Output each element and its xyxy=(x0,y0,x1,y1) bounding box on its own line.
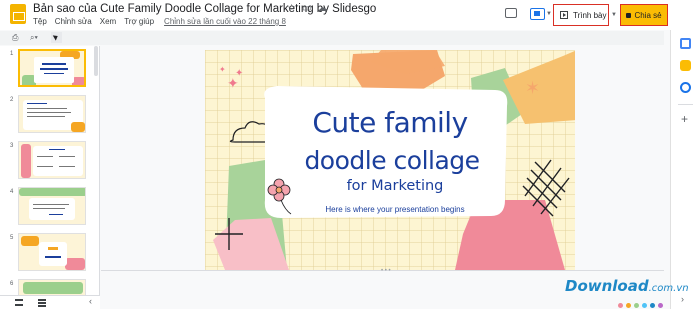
filmstrip-view-icon[interactable] xyxy=(15,299,23,306)
side-panel: + › xyxy=(670,30,700,309)
slide-number: 2 xyxy=(10,97,14,103)
meet-chevron-down-icon[interactable]: ▼ xyxy=(546,11,552,17)
cloud-status-icon[interactable]: ☁ xyxy=(317,3,327,14)
filmstrip-footer: ‹ xyxy=(0,295,100,309)
slides-viewer: Bản sao của Cute Family Doodle Collage f… xyxy=(0,0,700,309)
watermark-domain: .com.vn xyxy=(648,283,689,294)
thumbnail-preview xyxy=(18,95,86,133)
present-label: Trình bày xyxy=(573,10,607,20)
print-icon[interactable]: ⎙ xyxy=(12,33,18,43)
watermark-dots xyxy=(618,295,678,308)
watermark-brand: Download xyxy=(565,277,649,295)
side-panel-divider xyxy=(678,104,693,105)
slide-subtitle[interactable]: for Marketing xyxy=(315,178,475,194)
svg-text:✦: ✦ xyxy=(219,65,226,74)
share-button[interactable]: Chia sẻ xyxy=(620,4,668,26)
keep-icon[interactable] xyxy=(680,60,691,71)
star-icon[interactable]: ☆ xyxy=(287,3,296,14)
slide-number: 5 xyxy=(10,235,14,241)
collapse-filmstrip-icon[interactable]: ‹ xyxy=(89,296,92,306)
present-button[interactable]: Trình bày xyxy=(553,4,609,26)
menu-file[interactable]: Tệp xyxy=(33,17,47,26)
calendar-icon[interactable] xyxy=(680,38,691,49)
filmstrip-scrollbar[interactable] xyxy=(94,46,98,76)
thumbnail-preview xyxy=(18,49,86,87)
menu-view[interactable]: Xem xyxy=(100,17,116,26)
thumbnail-preview xyxy=(18,279,86,295)
thumbnail-preview xyxy=(18,141,86,179)
slide-title-line2[interactable]: doodle collage xyxy=(292,146,492,176)
slide-thumbnail-5[interactable]: 5 xyxy=(0,233,94,275)
lock-icon xyxy=(626,12,632,18)
slide-number: 1 xyxy=(10,51,14,57)
share-label: Chia sẻ xyxy=(634,10,662,20)
add-addon-icon[interactable]: + xyxy=(681,112,688,126)
menu-help[interactable]: Trợ giúp xyxy=(124,17,154,26)
slide-thumbnail-6[interactable]: 6 xyxy=(0,279,94,295)
svg-text:✶: ✶ xyxy=(525,78,540,99)
select-cursor-icon[interactable] xyxy=(51,32,62,43)
download-watermark: Download.com.vn xyxy=(565,277,689,295)
svg-text:✦: ✦ xyxy=(235,68,243,79)
collapse-side-panel-icon[interactable]: › xyxy=(681,294,684,304)
slide-tagline[interactable]: Here is where your presentation begins xyxy=(315,205,475,214)
slides-logo-icon[interactable] xyxy=(10,4,26,24)
slide-canvas: ✦ ✦ ✦ ✶ Cute family doodle collage for M… xyxy=(101,46,664,270)
grid-view-icon[interactable] xyxy=(38,299,46,307)
slide-number: 4 xyxy=(10,189,14,195)
present-icon xyxy=(560,11,568,19)
notes-resize-handle[interactable]: • • • xyxy=(381,268,391,274)
move-folder-icon[interactable]: ▭ xyxy=(302,3,311,14)
header: Bản sao của Cute Family Doodle Collage f… xyxy=(0,0,700,30)
last-edit-link[interactable]: Chỉnh sửa lần cuối vào 22 tháng 8 xyxy=(164,17,286,26)
menu-edit[interactable]: Chỉnh sửa xyxy=(55,17,92,26)
slide-thumbnail-1[interactable]: 1 xyxy=(0,49,94,91)
slide-number: 3 xyxy=(10,143,14,149)
zoom-icon[interactable]: ⌕▾ xyxy=(30,33,38,43)
toolbar: ⎙ ⌕▾ xyxy=(0,31,664,45)
current-slide[interactable]: ✦ ✦ ✦ ✶ Cute family doodle collage for M… xyxy=(205,50,575,270)
menu-bar: Tệp Chỉnh sửa Xem Trợ giúp Chỉnh sửa lần cuố… xyxy=(33,17,294,26)
thumbnail-preview xyxy=(18,233,86,271)
slide-title-line1[interactable]: Cute family xyxy=(300,108,480,138)
present-chevron-down-icon[interactable]: ▼ xyxy=(611,12,617,18)
comment-history-icon[interactable] xyxy=(505,8,517,18)
slide-thumbnail-2[interactable]: 2 xyxy=(0,95,94,137)
title-actions: ☆ ▭ ☁ xyxy=(287,3,333,14)
slide-number: 6 xyxy=(10,281,14,287)
slide-thumbnail-3[interactable]: 3 xyxy=(0,141,94,183)
slide-filmstrip: 1 2 3 4 5 6 xyxy=(0,46,100,295)
slide-thumbnail-4[interactable]: 4 xyxy=(0,187,94,229)
tasks-icon[interactable] xyxy=(680,82,691,93)
thumbnail-preview xyxy=(18,187,86,225)
meet-call-icon[interactable] xyxy=(530,8,545,20)
